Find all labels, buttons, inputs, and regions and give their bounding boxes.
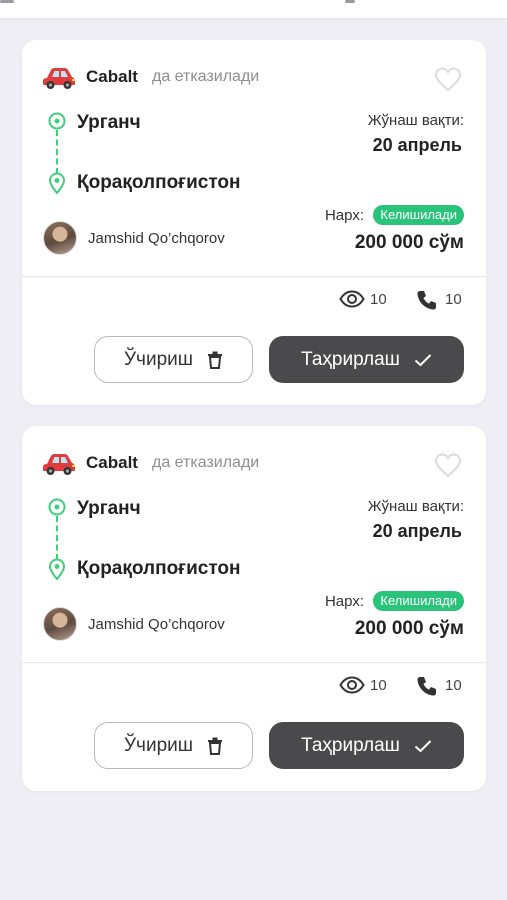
price-value: 200 000 сўм <box>354 232 464 253</box>
edit-button-label: Таҳрирлаш <box>301 348 400 370</box>
route-line <box>56 516 58 560</box>
top-bar <box>0 0 507 18</box>
car-model: Cabalt <box>86 67 138 86</box>
divider <box>22 662 486 663</box>
eye-icon <box>339 676 365 694</box>
edit-button[interactable]: Таҳрирлаш <box>269 336 464 383</box>
negotiable-badge: Келишилади <box>373 205 464 225</box>
origin-city: Урганч <box>77 112 141 133</box>
edit-button[interactable]: Таҳрирлаш <box>269 722 464 769</box>
price-label: Нарх: <box>324 593 364 610</box>
heart-icon[interactable] <box>434 66 462 92</box>
check-icon <box>414 739 432 752</box>
calls-count: 10 <box>445 677 462 694</box>
trash-icon <box>208 737 222 755</box>
heart-icon[interactable] <box>434 452 462 478</box>
avatar <box>43 607 77 641</box>
views-count: 10 <box>370 291 387 308</box>
driver-name: Jamshid Qo’chqorov <box>88 230 225 247</box>
origin-pin-icon <box>48 112 66 130</box>
departure-date: 20 апрель <box>372 521 462 541</box>
car-delivers-text: да етказилади <box>152 68 260 85</box>
departure-label: Жўнаш вақти: <box>367 112 464 129</box>
delete-button-label: Ўчириш <box>123 348 193 370</box>
calls-count: 10 <box>445 291 462 308</box>
delete-button[interactable]: Ўчириш <box>94 336 253 383</box>
price-value: 200 000 сўм <box>354 618 464 639</box>
origin-pin-icon <box>48 498 66 516</box>
driver-name: Jamshid Qo’chqorov <box>88 616 225 633</box>
destination-city: Қорақолпоғистон <box>77 172 241 193</box>
ride-card: Cabalt да етказилади Урганч Қорақолпоғис… <box>22 40 486 405</box>
delete-button-label: Ўчириш <box>123 734 193 756</box>
avatar <box>43 221 77 255</box>
trash-icon <box>208 351 222 369</box>
check-icon <box>414 353 432 366</box>
car-model: Cabalt <box>86 453 138 472</box>
price-label: Нарх: <box>324 207 364 224</box>
destination-pin-icon <box>48 558 66 580</box>
route-line <box>56 130 58 174</box>
car-icon <box>43 68 75 89</box>
divider <box>22 276 486 277</box>
destination-pin-icon <box>48 172 66 194</box>
eye-icon <box>339 290 365 308</box>
delete-button[interactable]: Ўчириш <box>94 722 253 769</box>
phone-icon <box>417 677 436 696</box>
car-icon <box>43 454 75 475</box>
views-count: 10 <box>370 677 387 694</box>
edit-button-label: Таҳрирлаш <box>301 734 400 756</box>
negotiable-badge: Келишилади <box>373 591 464 611</box>
destination-city: Қорақолпоғистон <box>77 558 241 579</box>
departure-date: 20 апрель <box>372 135 462 155</box>
car-delivers-text: да етказилади <box>152 454 260 471</box>
departure-label: Жўнаш вақти: <box>367 498 464 515</box>
origin-city: Урганч <box>77 498 141 519</box>
phone-icon <box>417 291 436 310</box>
ride-card: Cabalt да етказилади Урганч Қорақолпоғис… <box>22 426 486 791</box>
